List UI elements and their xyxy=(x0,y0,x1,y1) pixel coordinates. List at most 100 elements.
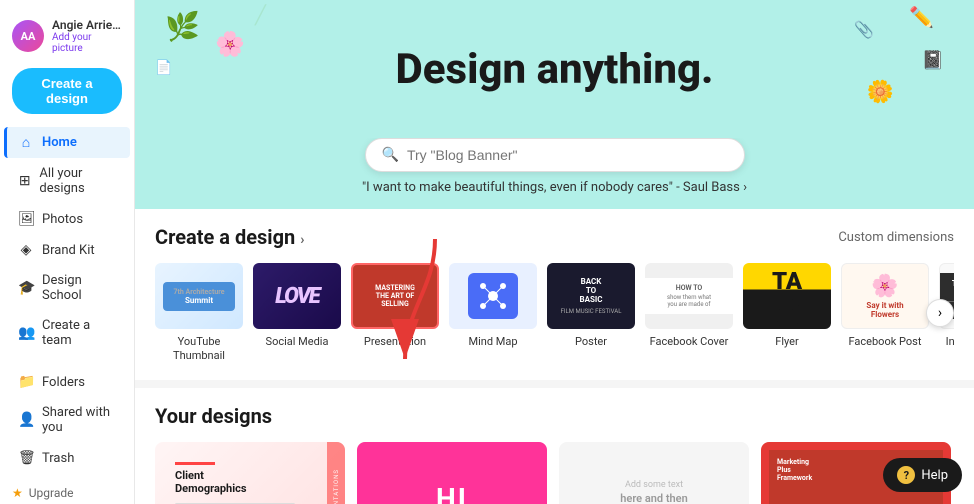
search-bar[interactable]: 🔍 xyxy=(365,138,745,172)
design-type-facebook-cover[interactable]: HOW TO show them what you are made of Fa… xyxy=(645,263,733,364)
design-card-3[interactable]: Add some text here and then pick a templ… xyxy=(559,442,749,504)
design-thumb-social: LOVE xyxy=(253,263,341,329)
your-designs-section: Your designs ClientDemographics PRES xyxy=(135,388,974,504)
sidebar-nav: ⌂ Home ⊞ All your designs 🖼 Photos ◈ Bra… xyxy=(0,126,134,474)
team-icon: 👥 xyxy=(18,325,34,341)
add-picture-link[interactable]: Add your picture xyxy=(52,32,124,54)
design-type-mind-map[interactable]: Mind Map xyxy=(449,263,537,364)
design-card-2[interactable]: HI Hi xyxy=(357,442,547,504)
deco-flower: 🌸 xyxy=(215,30,245,58)
search-icon: 🔍 xyxy=(382,147,399,163)
home-icon: ⌂ xyxy=(18,134,34,151)
design-type-label: Instagram Post xyxy=(946,335,954,349)
deco-paper1: 📄 xyxy=(155,60,172,76)
design-type-youtube-thumbnail[interactable]: 7th Architecture Summit YouTubeThumbnail xyxy=(155,263,243,364)
folder-icon: 📁 xyxy=(18,374,34,390)
deco-leaf: 🌿 xyxy=(165,10,200,43)
section-header: Create a design › Custom dimensions xyxy=(155,225,954,249)
design-thumb-3: Add some text here and then pick a templ… xyxy=(559,442,749,504)
designs-grid: ClientDemographics PRESENTATIONS Make su… xyxy=(155,442,954,504)
sidebar-item-all-designs[interactable]: ⊞ All your designs xyxy=(4,159,130,203)
scroll-right-button[interactable]: › xyxy=(926,299,954,327)
sidebar-bottom: ★ Upgrade xyxy=(0,474,134,504)
grid-icon: ⊞ xyxy=(18,173,31,189)
design-thumb-flyer: TA LE NT xyxy=(743,263,831,329)
search-input[interactable] xyxy=(407,147,728,163)
design-types-list: 7th Architecture Summit YouTubeThumbnail… xyxy=(155,263,954,364)
design-thumb-1: ClientDemographics PRESENTATIONS xyxy=(155,442,345,504)
sidebar-item-folders[interactable]: 📁 Folders xyxy=(4,367,130,397)
design-type-label: Poster xyxy=(575,335,607,349)
profile-name: Angie Arriesga... xyxy=(52,18,124,32)
hero-title: Design anything. xyxy=(396,45,714,94)
sidebar-item-trash[interactable]: 🗑 Trash xyxy=(4,443,130,473)
design-type-flyer[interactable]: TA LE NT Flyer xyxy=(743,263,831,364)
profile-section[interactable]: AA Angie Arriesga... Add your picture ▾ xyxy=(0,12,134,64)
design-type-label: YouTubeThumbnail xyxy=(173,335,225,364)
mindmap-svg xyxy=(478,281,508,311)
sidebar-item-home[interactable]: ⌂ Home xyxy=(4,127,130,158)
design-type-facebook-post[interactable]: 🌸 Say it withFlowers Facebook Post xyxy=(841,263,929,364)
design-thumb-fbpost: 🌸 Say it withFlowers xyxy=(841,263,929,329)
sidebar-item-label: Create a team xyxy=(42,318,116,348)
sidebar-item-shared[interactable]: 👤 Shared with you xyxy=(4,398,130,442)
design-type-presentation[interactable]: MASTERINGTHE ART OFSELLING Presentation xyxy=(351,263,439,364)
design-thumb-poster: BACK TO BASIC FILM MUSIC FESTIVAL xyxy=(547,263,635,329)
custom-dimensions-link[interactable]: Custom dimensions xyxy=(838,230,954,245)
upgrade-button[interactable]: ★ Upgrade xyxy=(12,482,122,504)
design-type-label: Presentation xyxy=(364,335,426,349)
deco-notebook: 📓 xyxy=(922,50,944,71)
quote-text[interactable]: "I want to make beautiful things, even i… xyxy=(362,180,747,195)
design-type-label: Facebook Post xyxy=(849,335,922,349)
deco-flower2: 🌼 xyxy=(867,80,894,105)
sidebar-item-label: Shared with you xyxy=(42,405,116,435)
sidebar: AA Angie Arriesga... Add your picture ▾ … xyxy=(0,0,135,504)
create-design-button[interactable]: Create a design xyxy=(12,68,122,114)
design-type-label: Mind Map xyxy=(468,335,517,349)
sidebar-item-design-school[interactable]: 🎓 Design School xyxy=(4,266,130,310)
trash-icon: 🗑 xyxy=(18,450,34,466)
sidebar-item-label: Folders xyxy=(42,375,85,390)
deco-clip: 📎 xyxy=(854,20,874,39)
sidebar-item-label: All your designs xyxy=(39,166,116,196)
upgrade-label: Upgrade xyxy=(29,486,74,500)
sidebar-item-label: Trash xyxy=(42,451,74,466)
hero-banner: 🌿 ╱ 🌸 📄 ✏️ 📎 📓 🌼 Design anything. xyxy=(135,0,974,138)
help-button[interactable]: ? Help xyxy=(883,458,962,492)
design-card-1[interactable]: ClientDemographics PRESENTATIONS Make su… xyxy=(155,442,345,504)
sidebar-item-create-team[interactable]: 👥 Create a team xyxy=(4,311,130,355)
design-thumb-presentation: MASTERINGTHE ART OFSELLING xyxy=(351,263,439,329)
sidebar-item-label: Brand Kit xyxy=(42,243,95,258)
design-type-social-media[interactable]: LOVE Social Media xyxy=(253,263,341,364)
star-icon: ★ xyxy=(12,486,23,500)
sidebar-item-photos[interactable]: 🖼 Photos xyxy=(4,204,130,234)
section-arrow[interactable]: › xyxy=(300,232,304,248)
sidebar-item-brand-kit[interactable]: ◈ Brand Kit xyxy=(4,235,130,265)
help-icon: ? xyxy=(897,466,915,484)
avatar: AA xyxy=(12,20,44,52)
sidebar-item-label: Design School xyxy=(42,273,116,303)
profile-text: Angie Arriesga... Add your picture xyxy=(52,18,124,54)
create-design-title: Create a design › xyxy=(155,225,304,249)
design-type-label: Facebook Cover xyxy=(650,335,729,349)
design-thumb-2: HI xyxy=(357,442,547,504)
brand-icon: ◈ xyxy=(18,242,34,258)
your-designs-title: Your designs xyxy=(155,404,954,428)
sidebar-item-label: Home xyxy=(42,135,77,150)
sidebar-item-label: Photos xyxy=(42,212,83,227)
deco-line: ╱ xyxy=(255,5,266,26)
design-thumb-mindmap xyxy=(449,263,537,329)
search-section: 🔍 "I want to make beautiful things, even… xyxy=(135,138,974,209)
design-type-label: Social Media xyxy=(266,335,329,349)
design-thumb-fbcover: HOW TO show them what you are made of xyxy=(645,263,733,329)
design-types-wrapper: 7th Architecture Summit YouTubeThumbnail… xyxy=(155,263,954,364)
deco-pencil: ✏️ xyxy=(909,5,934,29)
design-thumb-youtube: 7th Architecture Summit xyxy=(155,263,243,329)
help-label: Help xyxy=(921,468,948,483)
design-type-label: Flyer xyxy=(775,335,798,349)
design-type-poster[interactable]: BACK TO BASIC FILM MUSIC FESTIVAL Poster xyxy=(547,263,635,364)
shared-icon: 👤 xyxy=(18,412,34,428)
school-icon: 🎓 xyxy=(18,280,34,296)
main-content: 🌿 ╱ 🌸 📄 ✏️ 📎 📓 🌼 Design anything. 🔍 "I w… xyxy=(135,0,974,504)
create-design-section: Create a design › Custom dimensions 7th … xyxy=(135,209,974,380)
